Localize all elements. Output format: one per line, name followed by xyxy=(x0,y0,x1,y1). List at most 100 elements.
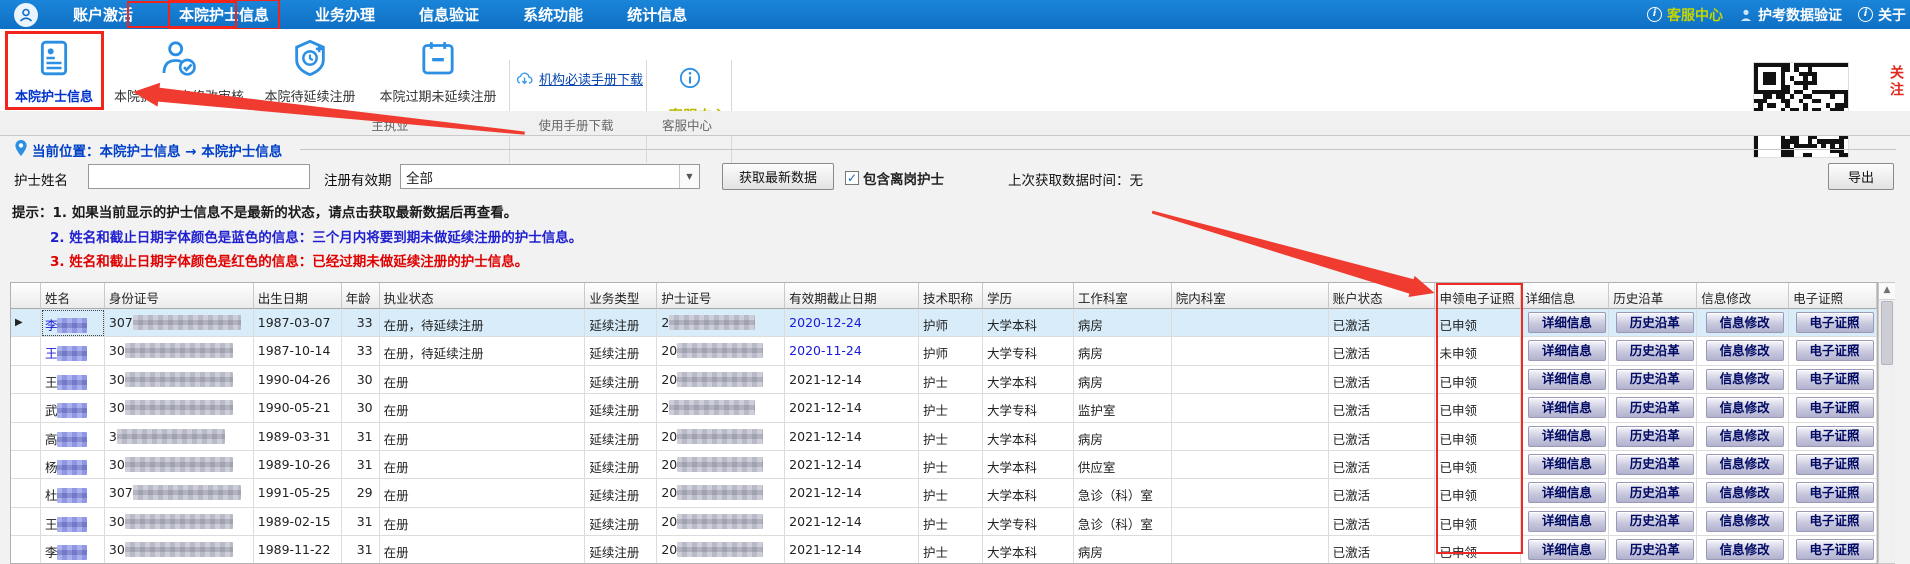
export-button[interactable]: 导出 xyxy=(1828,163,1894,190)
row-button-信息修改[interactable]: 信息修改 xyxy=(1706,454,1784,475)
toolbar-item-本院待延续注册[interactable]: 本院待延续注册 xyxy=(254,34,366,105)
row-button-信息修改[interactable]: 信息修改 xyxy=(1706,369,1784,390)
menu-right-客服中心[interactable]: i客服中心 xyxy=(1647,5,1723,25)
column-header-有效期截止日期[interactable]: 有效期截止日期 xyxy=(785,283,919,309)
row-button-历史沿革[interactable]: 历史沿革 xyxy=(1616,397,1694,418)
menu-item-本院护士信息[interactable]: 本院护士信息 xyxy=(168,0,280,30)
toolbar-item-本院护士信息修改审核[interactable]: 本院护士信息修改审核 xyxy=(106,34,252,105)
row-selector[interactable] xyxy=(11,394,41,422)
row-button-电子证照[interactable]: 电子证照 xyxy=(1796,539,1874,560)
table-row[interactable]: ▶李3071987-03-0733在册，待延续注册延续注册22020-12-24… xyxy=(11,309,1877,337)
row-button-详细信息[interactable]: 详细信息 xyxy=(1528,454,1606,475)
manual-download-link-org[interactable]: 机构必读手册下载 xyxy=(516,69,643,88)
menu-item-业务办理[interactable]: 业务办理 xyxy=(306,1,384,28)
table-row[interactable]: 王301990-04-2630在册延续注册202021-12-14护士大学本科病… xyxy=(11,366,1877,394)
table-row[interactable]: 王301987-10-1433在册，待延续注册延续注册202020-11-24护… xyxy=(11,337,1877,365)
menu-item-系统功能[interactable]: 系统功能 xyxy=(514,1,592,28)
toolbar-item-本院过期未延续注册[interactable]: 本院过期未延续注册 xyxy=(368,34,508,105)
column-header-工作科室[interactable]: 工作科室 xyxy=(1074,283,1172,309)
row-button-详细信息[interactable]: 详细信息 xyxy=(1528,340,1606,361)
row-button-历史沿革[interactable]: 历史沿革 xyxy=(1616,426,1694,447)
row-button-详细信息[interactable]: 详细信息 xyxy=(1528,426,1606,447)
row-button-历史沿革[interactable]: 历史沿革 xyxy=(1616,511,1694,532)
chevron-down-icon[interactable]: ▼ xyxy=(679,165,699,188)
row-button-电子证照[interactable]: 电子证照 xyxy=(1796,312,1874,333)
row-button-历史沿革[interactable]: 历史沿革 xyxy=(1616,369,1694,390)
checkbox-check-icon[interactable]: ✓ xyxy=(845,171,859,185)
table-row[interactable]: 武301990-05-2130在册延续注册22021-12-14护士大学专科监护… xyxy=(11,394,1877,422)
row-button-历史沿革[interactable]: 历史沿革 xyxy=(1616,454,1694,475)
column-header-电子证照[interactable]: 电子证照 xyxy=(1789,283,1877,309)
row-button-电子证照[interactable]: 电子证照 xyxy=(1796,397,1874,418)
menu-item-统计信息[interactable]: 统计信息 xyxy=(618,1,696,28)
fetch-latest-button[interactable]: 获取最新数据 xyxy=(722,163,834,190)
menu-item-信息验证[interactable]: 信息验证 xyxy=(410,1,488,28)
menu-item-账户激活[interactable]: 账户激活 xyxy=(64,1,142,28)
row-button-历史沿革[interactable]: 历史沿革 xyxy=(1616,312,1694,333)
row-selector[interactable] xyxy=(11,423,41,451)
row-selector[interactable] xyxy=(11,536,41,564)
row-button-信息修改[interactable]: 信息修改 xyxy=(1706,482,1784,503)
column-header-申领电子证照[interactable]: 申领电子证照 xyxy=(1435,283,1521,309)
row-button-详细信息[interactable]: 详细信息 xyxy=(1528,312,1606,333)
table-row[interactable]: 李301989-11-2231在册延续注册202021-12-14护士大学本科病… xyxy=(11,536,1877,564)
row-button-详细信息[interactable]: 详细信息 xyxy=(1528,397,1606,418)
column-header-账户状态[interactable]: 账户状态 xyxy=(1329,283,1436,309)
row-button-历史沿革[interactable]: 历史沿革 xyxy=(1616,539,1694,560)
column-header-执业状态[interactable]: 执业状态 xyxy=(380,283,586,309)
period-select[interactable]: 全部 ▼ xyxy=(400,164,700,189)
row-button-电子证照[interactable]: 电子证照 xyxy=(1796,340,1874,361)
user-avatar-icon[interactable] xyxy=(14,3,38,27)
scroll-up-icon[interactable]: ▲ xyxy=(1879,283,1895,300)
row-selector[interactable]: ▶ xyxy=(11,309,41,337)
row-selector[interactable] xyxy=(11,508,41,536)
row-button-信息修改[interactable]: 信息修改 xyxy=(1706,511,1784,532)
column-header-业务类型[interactable]: 业务类型 xyxy=(585,283,657,309)
row-button-信息修改[interactable]: 信息修改 xyxy=(1706,312,1784,333)
menu-right-护考数据验证[interactable]: 护考数据验证 xyxy=(1739,5,1842,25)
row-button-历史沿革[interactable]: 历史沿革 xyxy=(1616,482,1694,503)
column-header-技术职称[interactable]: 技术职称 xyxy=(919,283,983,309)
row-button-电子证照[interactable]: 电子证照 xyxy=(1796,426,1874,447)
column-header-身份证号[interactable]: 身份证号 xyxy=(105,283,254,309)
info-icon[interactable] xyxy=(679,67,701,89)
column-header-护士证号[interactable]: 护士证号 xyxy=(657,283,785,309)
row-selector[interactable] xyxy=(11,479,41,507)
column-header-信息修改[interactable]: 信息修改 xyxy=(1697,283,1789,309)
row-button-电子证照[interactable]: 电子证照 xyxy=(1796,369,1874,390)
row-button-历史沿革[interactable]: 历史沿革 xyxy=(1616,340,1694,361)
row-button-信息修改[interactable]: 信息修改 xyxy=(1706,397,1784,418)
cell-age: 29 xyxy=(342,479,380,507)
column-header-详细信息[interactable]: 详细信息 xyxy=(1521,283,1609,309)
row-button-信息修改[interactable]: 信息修改 xyxy=(1706,426,1784,447)
row-selector[interactable] xyxy=(11,451,41,479)
column-header-历史沿革[interactable]: 历史沿革 xyxy=(1609,283,1697,309)
row-button-电子证照[interactable]: 电子证照 xyxy=(1796,511,1874,532)
column-header-出生日期[interactable]: 出生日期 xyxy=(254,283,342,309)
scrollbar-thumb[interactable] xyxy=(1881,301,1893,365)
column-header-学历[interactable]: 学历 xyxy=(983,283,1074,309)
row-selector[interactable] xyxy=(11,366,41,394)
row-button-电子证照[interactable]: 电子证照 xyxy=(1796,454,1874,475)
column-header-院内科室[interactable]: 院内科室 xyxy=(1172,283,1329,309)
table-row[interactable]: 杜3071991-05-2529在册延续注册202021-12-14护士大学本科… xyxy=(11,479,1877,507)
column-header-姓名[interactable]: 姓名 xyxy=(41,283,105,309)
vertical-scrollbar[interactable]: ▲ xyxy=(1878,282,1895,564)
row-button-详细信息[interactable]: 详细信息 xyxy=(1528,539,1606,560)
column-header-selector[interactable] xyxy=(11,283,41,309)
toolbar-item-本院护士信息[interactable]: 本院护士信息 xyxy=(6,34,102,105)
row-selector[interactable] xyxy=(11,337,41,365)
row-button-信息修改[interactable]: 信息修改 xyxy=(1706,539,1784,560)
row-button-电子证照[interactable]: 电子证照 xyxy=(1796,482,1874,503)
row-button-详细信息[interactable]: 详细信息 xyxy=(1528,482,1606,503)
column-header-年龄[interactable]: 年龄 xyxy=(342,283,380,309)
nurse-name-input[interactable] xyxy=(88,164,310,189)
row-button-信息修改[interactable]: 信息修改 xyxy=(1706,340,1784,361)
table-row[interactable]: 杨301989-10-2631在册延续注册202021-12-14护士大学本科供… xyxy=(11,451,1877,479)
include-offduty-checkbox[interactable]: ✓ 包含离岗护士 xyxy=(845,168,944,188)
row-button-详细信息[interactable]: 详细信息 xyxy=(1528,511,1606,532)
row-button-详细信息[interactable]: 详细信息 xyxy=(1528,369,1606,390)
table-row[interactable]: 王301989-02-1531在册延续注册202021-12-14护士大学专科急… xyxy=(11,508,1877,536)
table-row[interactable]: 高31989-03-3131在册延续注册202021-12-14护士大学本科病房… xyxy=(11,423,1877,451)
menu-right-关于[interactable]: i关于 xyxy=(1858,5,1906,25)
